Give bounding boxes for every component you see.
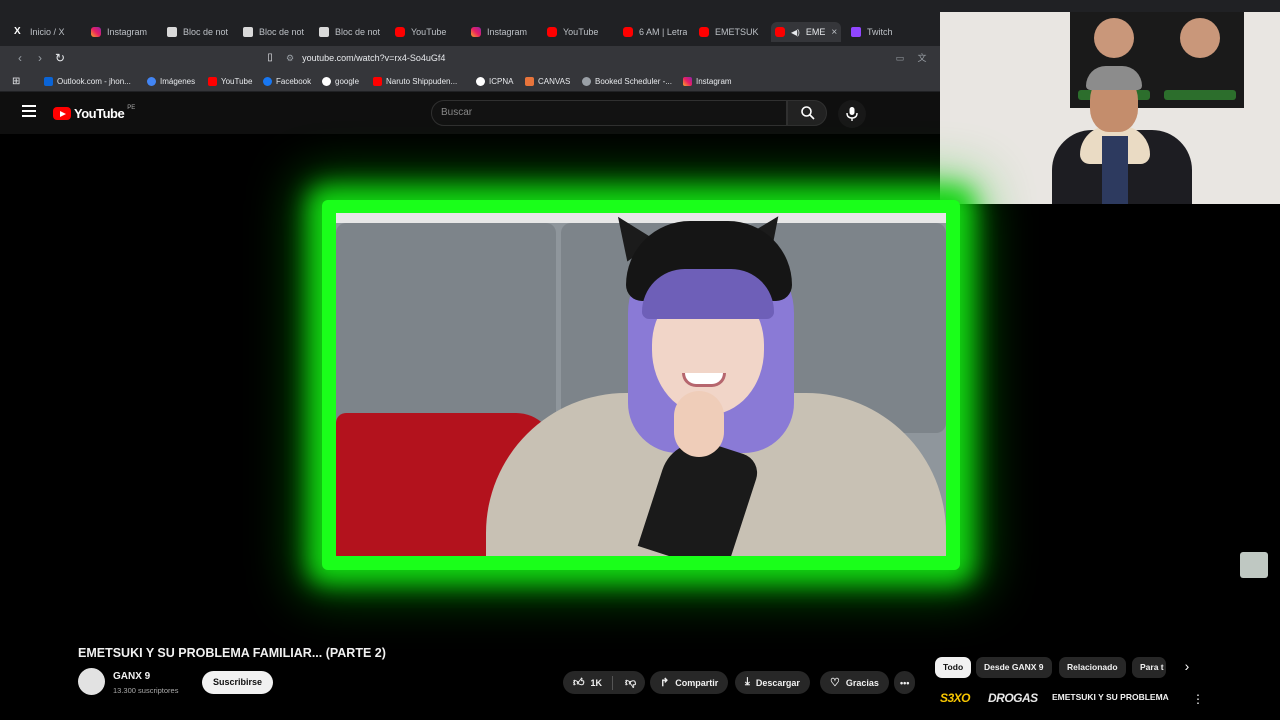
forward-icon[interactable]: › [32,50,48,66]
channel-name[interactable]: GANX 9 [113,671,150,682]
chip-desde-ganx9[interactable]: Desde GANX 9 [976,657,1052,678]
youtube-icon [373,76,382,86]
bookmark-outlook[interactable]: Outlook.com - jhon... [44,75,131,87]
youtube-icon [699,27,709,37]
bookmark-imagenes[interactable]: Imágenes [147,75,195,87]
bookmarks-bar: ⊞ Outlook.com - jhon... Imágenes YouTube… [0,70,940,92]
subscriber-count: 13.300 suscriptores [113,686,179,695]
like-count[interactable]: 1K [591,678,603,688]
download-button[interactable]: ⤓ Descargar [735,671,810,694]
streamer-cap [1086,66,1142,90]
tab-notepad-2[interactable]: Bloc de not [243,22,309,42]
thumbs-down-icon[interactable]: 👎︎ [625,676,636,689]
bookmark-instagram[interactable]: Instagram [683,75,732,87]
microphone-icon [846,107,858,121]
bookmark-icon[interactable]: ▯ [262,50,278,66]
canvas-icon [525,76,534,86]
youtube-header: YouTube PE Buscar [0,92,940,134]
youtube-icon [623,27,633,37]
cast-icon[interactable]: ▭ [892,50,908,66]
bookmark-facebook[interactable]: Facebook [263,75,311,87]
rec-thumbnail-text[interactable]: DROGAS [988,691,1038,705]
instagram-icon [471,27,481,37]
url-text: youtube.com/watch?v=rx4-So4uGf4 [302,53,446,63]
chip-relacionado[interactable]: Relacionado [1059,657,1126,678]
bookmark-youtube[interactable]: YouTube [208,75,252,87]
webcam-overlay [940,12,1280,204]
share-button[interactable]: ↱ Compartir [650,671,729,694]
instagram-icon [91,27,101,37]
facebook-icon [263,76,272,86]
tab-emetsuki-active[interactable]: ◀) EME × [771,22,841,42]
reload-icon[interactable]: ↻ [52,50,68,66]
share-icon: ↱ [660,677,670,689]
tab-notepad-3[interactable]: Bloc de not [319,22,385,42]
x-icon: X [14,26,21,37]
tab-youtube-2[interactable]: YouTube [547,22,615,42]
note-icon [319,27,329,37]
twitch-icon [851,27,861,37]
youtube-logo[interactable]: YouTube PE [53,105,135,121]
thanks-button[interactable]: ♡ Gracias [820,671,889,694]
rec-more-icon[interactable]: ⋮ [1192,692,1204,706]
thanks-heart-icon: ♡ [830,677,840,689]
thumbs-up-icon[interactable]: 👍︎ [573,676,585,689]
bookmark-google[interactable]: google [322,75,359,87]
tab-twitch[interactable]: Twitch [851,22,921,42]
tab-x[interactable]: X Inicio / X [14,22,80,42]
tab-emetsuki[interactable]: EMETSUKI Y [699,22,759,42]
chip-para-ti[interactable]: Para t [1132,657,1166,678]
more-actions-button[interactable]: ••• [894,671,916,694]
youtube-play-icon [53,107,71,120]
browser-toolbar: ‹ › ↻ ▯ ⚙ youtube.com/watch?v=rx4-So4uGf… [0,46,940,70]
chip-todo[interactable]: Todo [935,657,972,678]
rec-video-title[interactable]: EMETSUKI Y SU PROBLEMA [1052,692,1169,702]
back-icon[interactable]: ‹ [12,50,28,66]
instagram-icon [683,76,692,86]
note-icon [243,27,253,37]
search-input[interactable]: Buscar [431,100,787,126]
icpna-icon [476,76,485,86]
tab-notepad-1[interactable]: Bloc de not [167,22,233,42]
translate-icon[interactable]: 文 [914,50,930,66]
rec-thumbnail-text[interactable]: S3XO [940,691,971,705]
bookmark-booked[interactable]: Booked Scheduler -... [582,75,672,87]
search-icon [801,106,815,120]
hamburger-menu-icon[interactable] [22,105,36,117]
chevron-right-icon[interactable]: › [1178,658,1196,678]
side-thumbnail[interactable] [1240,552,1268,578]
google-icon [147,76,156,86]
bookmark-naruto[interactable]: Naruto Shippuden... [373,75,457,87]
bookmark-canvas[interactable]: CANVAS [525,75,570,87]
download-icon: ⤓ [745,676,750,688]
like-dislike-group: 👍︎ 1K 👎︎ [563,671,645,694]
tab-instagram-2[interactable]: Instagram [471,22,539,42]
site-info-icon[interactable]: ⚙ [286,53,294,64]
apps-icon[interactable]: ⊞ [12,75,20,87]
search-button[interactable] [787,100,827,126]
tab-instagram[interactable]: Instagram [91,22,159,42]
youtube-icon [775,27,785,37]
bookmark-icpna[interactable]: ICPNA [476,75,513,87]
audio-icon: ◀) [791,27,800,37]
voice-search-button[interactable] [838,100,866,128]
channel-avatar[interactable] [78,668,105,695]
wall-poster [1156,12,1244,108]
tab-youtube-1[interactable]: YouTube [395,22,463,42]
google-icon [322,76,331,86]
outlook-icon [44,76,53,86]
youtube-icon [547,27,557,37]
tab-6am[interactable]: 6 AM | Letra [623,22,687,42]
youtube-icon [208,76,217,86]
address-bar[interactable]: ⚙ youtube.com/watch?v=rx4-So4uGf4 [286,50,445,66]
video-title: EMETSUKI Y SU PROBLEMA FAMILIAR... (PART… [78,646,386,660]
video-player[interactable] [336,213,946,556]
scheduler-icon [582,76,591,86]
close-tab-icon[interactable]: × [831,27,837,38]
subscribe-button[interactable]: Suscribirse [202,671,274,694]
youtube-icon [395,27,405,37]
note-icon [167,27,177,37]
